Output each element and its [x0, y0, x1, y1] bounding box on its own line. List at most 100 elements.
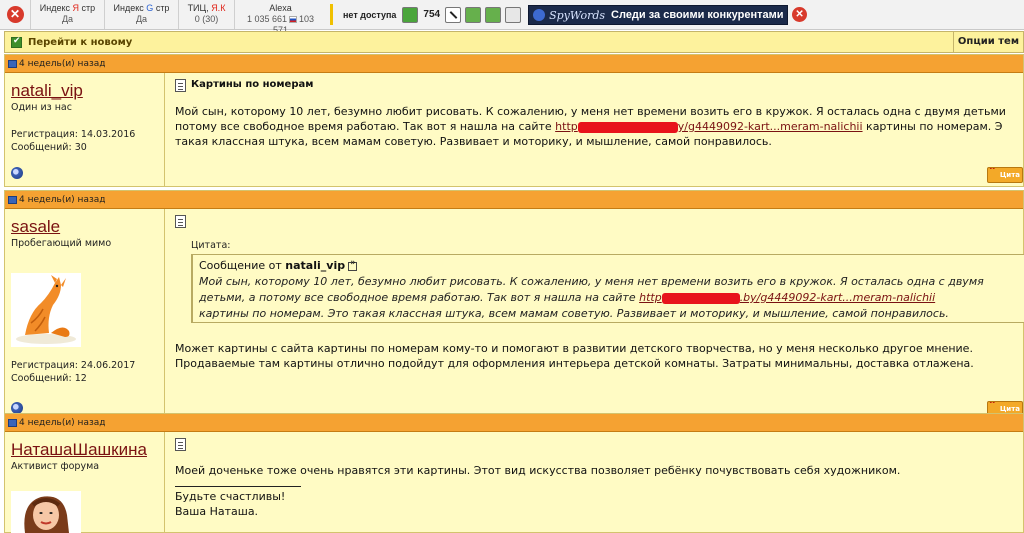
post-body: sasale Пробегающий мимо Регистрация: 24.…: [5, 209, 1024, 435]
jump-to-new-link[interactable]: Перейти к новому: [28, 37, 132, 48]
spywords-logo-icon: [533, 9, 546, 21]
banner-close-icon[interactable]: ✕: [792, 7, 808, 22]
post-icon: [8, 418, 17, 427]
author-panel: НаташаШашкина Активист форума: [5, 432, 165, 533]
author-username[interactable]: НаташаШашкина: [11, 440, 164, 460]
jump-to-post-icon[interactable]: [348, 258, 358, 271]
toolbar-separator: [330, 4, 333, 25]
close-icon: ✕: [6, 6, 24, 23]
bar-chart-icon[interactable]: [402, 7, 419, 23]
post-text-line: Моей доченьке тоже очень нравятся эти ка…: [175, 464, 901, 477]
post-header: 4 недель(и) назад: [5, 414, 1023, 432]
post-header: 4 недель(и) назад: [5, 55, 1023, 73]
tic-engine-label: Я.К: [211, 3, 226, 13]
quoted-product-link[interactable]: http .by/g4449092-kart...meram-nalichii: [639, 291, 935, 304]
author-role: Один из нас: [11, 102, 72, 113]
alexa-label: Alexa: [269, 3, 292, 13]
yandex-index-suffix: стр: [79, 3, 96, 13]
link-end: y/g4449092-kart...meram-nalichii: [677, 120, 863, 133]
quote-text-line: Мой сын, которому 10 лет, безумно любит …: [199, 275, 984, 288]
author-registration: Регистрация: 14.03.2016: [11, 129, 136, 140]
quote-button-label: Цита: [999, 171, 1020, 179]
quote-text-line: картины по номерам. Это такая классная ш…: [199, 307, 949, 320]
post-body: НаташаШашкина Активист форума Моей дочен…: [5, 432, 1023, 533]
post-text-line: Мой сын, которому 10 лет, безумно любит …: [175, 105, 1006, 118]
yandex-index-label: Индекс: [39, 3, 73, 13]
check-icon: [11, 36, 22, 48]
author-panel: sasale Пробегающий мимо Регистрация: 24.…: [5, 209, 165, 435]
quote-button-label: Цита: [999, 405, 1020, 413]
quote-source: Сообщение от natali_vip: [199, 258, 358, 272]
quote-source-author: natali_vip: [285, 259, 346, 272]
post-text-line: Может картины с сайта картины по номерам…: [175, 342, 973, 355]
yandex-index-cell[interactable]: Индекс Я стр Да: [30, 0, 104, 29]
post-text-fragment: потому все свободное время работаю. Так …: [175, 120, 556, 133]
toolbar-close-button[interactable]: ✕: [0, 0, 30, 29]
post-text-line: Продаваемые там картины отлично подойдут…: [175, 357, 974, 370]
forum-post: 4 недель(и) назад НаташаШашкина Активист…: [4, 413, 1024, 533]
author-registration: Регистрация: 24.06.2017: [11, 360, 136, 371]
author-avatar: [11, 273, 81, 347]
author-role: Активист форума: [11, 461, 100, 472]
quote-text-line: детьми, а потому все свободное время раб…: [199, 290, 935, 306]
quote-text-fragment: детьми, а потому все свободное время раб…: [199, 291, 640, 304]
post-document-icon: [175, 215, 186, 228]
google-index-label: Индекс: [113, 3, 147, 13]
author-username[interactable]: natali_vip: [11, 81, 164, 101]
author-avatar: [11, 491, 81, 533]
quote-block: Сообщение от natali_vip Мой сын, котором…: [191, 254, 1024, 323]
link-start: http: [639, 291, 662, 304]
author-message-count: Сообщений: 12: [11, 373, 87, 384]
post-header: 4 недель(и) назад: [5, 191, 1023, 209]
author-panel: natali_vip Один из нас Регистрация: 14.0…: [5, 73, 165, 187]
post-date: 4 недель(и) назад: [19, 194, 106, 205]
post-content: Моей доченьке тоже очень нравятся эти ка…: [171, 432, 1023, 533]
forum-thread: Перейти к новому Опции тем 4 недель(и) н…: [4, 31, 1024, 533]
sitemap-icon[interactable]: [465, 7, 482, 23]
calendar-icon[interactable]: [505, 7, 522, 23]
thread-toolbar: Перейти к новому Опции тем: [4, 31, 1024, 53]
product-link[interactable]: http y/g4449092-kart...meram-nalichii: [555, 120, 862, 133]
redacted-mark: [661, 292, 740, 304]
quote-label: Цитата:: [191, 240, 231, 251]
post-icon: [8, 59, 17, 68]
forum-post: 4 недель(и) назад sasale Пробегающий мим…: [4, 190, 1024, 435]
post-date: 4 недель(и) назад: [19, 58, 106, 69]
post-document-icon: [175, 438, 186, 451]
google-index-cell[interactable]: Индекс G стр Да: [104, 0, 178, 29]
google-index-suffix: стр: [153, 3, 170, 13]
access-status: нет доступа: [343, 9, 397, 20]
tic-value: 0 (30): [194, 14, 219, 24]
quote-button[interactable]: “Цита: [987, 167, 1023, 183]
yandex-index-value: Да: [61, 14, 74, 24]
spywords-slogan: Следи за своими конкурентами: [611, 9, 784, 21]
cat-avatar-image: [16, 275, 76, 344]
link-start: http: [555, 120, 578, 133]
post-content: Цитата: Сообщение от natali_vip Мой сын,…: [171, 209, 1024, 435]
post-text-line: потому все свободное время работаю. Так …: [175, 119, 1002, 134]
signature-divider: [175, 486, 301, 487]
pen-icon[interactable]: [445, 7, 462, 23]
woman-avatar-image: [24, 496, 69, 533]
tic-label: ТИЦ,: [187, 3, 212, 13]
tree-icon[interactable]: [485, 7, 502, 23]
signature-line: Будьте счастливы!: [175, 490, 286, 503]
alexa-cell[interactable]: Alexa 1 035 661 103 571: [234, 0, 326, 35]
offline-status-icon: [11, 167, 23, 179]
post-title: Картины по номерам: [191, 79, 314, 90]
post-date: 4 недель(и) назад: [19, 417, 106, 428]
signature-line: Ваша Наташа.: [175, 505, 259, 518]
backlinks-count: 754: [423, 9, 441, 20]
quote-icon: “: [989, 167, 997, 179]
spywords-logo-text: SpyWords: [549, 8, 606, 22]
spywords-banner[interactable]: SpyWords Следи за своими конкурентами: [528, 5, 789, 25]
author-role: Пробегающий мимо: [11, 238, 112, 249]
tic-cell[interactable]: ТИЦ, Я.К 0 (30): [178, 0, 234, 29]
russia-flag-icon: [289, 16, 297, 24]
link-end: .by/g4449092-kart...meram-nalichii: [739, 291, 936, 304]
redacted-mark: [577, 121, 678, 133]
google-index-value: Да: [135, 14, 148, 24]
author-username[interactable]: sasale: [11, 217, 164, 237]
post-body: natali_vip Один из нас Регистрация: 14.0…: [5, 73, 1023, 187]
thread-options-menu[interactable]: Опции тем: [952, 32, 1023, 52]
